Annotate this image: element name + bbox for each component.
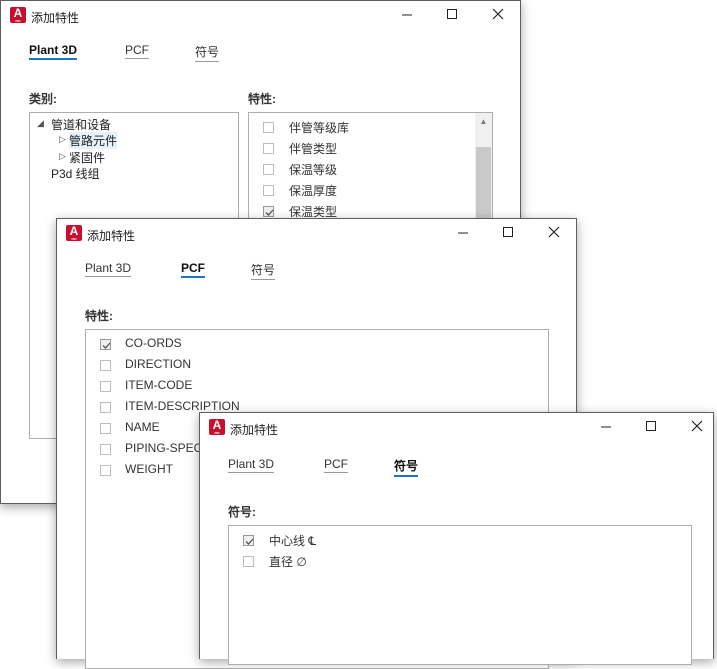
tree-node-pipe-components[interactable]: 管路元件 [69, 132, 118, 149]
list-item-label: WEIGHT [125, 462, 173, 476]
list-item[interactable]: 保温类型 [249, 200, 492, 220]
tab-plant3d[interactable]: Plant 3D [29, 43, 78, 60]
list-item[interactable]: 伴管等级库 [249, 116, 492, 136]
tab-symbols[interactable]: 符号 [251, 261, 276, 280]
scrollbar-thumb[interactable] [476, 147, 491, 227]
checkbox[interactable] [100, 444, 111, 455]
title-bar[interactable]: A PID 添加特性 [1, 1, 520, 31]
close-button[interactable] [687, 418, 707, 436]
maximize-icon [447, 9, 457, 19]
minimize-button[interactable] [596, 418, 616, 436]
close-icon [691, 420, 703, 432]
list-item-label: 直径 ∅ [269, 555, 307, 569]
checkbox[interactable] [100, 360, 111, 371]
list-item-label: 保温等级 [289, 163, 338, 177]
autocad-app-icon: A PID [10, 7, 26, 23]
tab-plant3d[interactable]: Plant 3D [85, 261, 132, 277]
check-icon [102, 342, 111, 349]
maximize-icon [646, 421, 656, 431]
list-item-label: ITEM-CODE [125, 378, 193, 392]
list-item[interactable]: 保温等级 [249, 158, 492, 178]
tree-node-piping-equipment[interactable]: 管道和设备 [51, 116, 111, 133]
check-icon [245, 538, 254, 545]
add-properties-dialog-symbols: A PID 添加特性 Plant 3D PCF 符号 符号: 中心线 ℄ 直径 ∅ [199, 412, 714, 665]
list-item-label: NAME [125, 420, 160, 434]
checkbox-checked[interactable] [100, 339, 111, 350]
dialog-title: 添加特性 [230, 423, 279, 437]
tab-plant3d[interactable]: Plant 3D [228, 457, 275, 473]
tree-node-fasteners[interactable]: 紧固件 [69, 149, 105, 166]
list-item-label: CO-ORDS [125, 336, 182, 350]
list-item[interactable]: ITEM-CODE [86, 375, 548, 395]
properties-label: 特性: [248, 92, 276, 106]
maximize-button[interactable] [442, 6, 462, 24]
check-icon [265, 209, 274, 216]
checkbox[interactable] [100, 381, 111, 392]
dialog-title: 添加特性 [31, 11, 80, 25]
tab-pcf[interactable]: PCF [125, 43, 149, 59]
list-item-label: DIRECTION [125, 357, 191, 371]
checkbox[interactable] [263, 185, 274, 196]
list-item-label: PIPING-SPEC [125, 441, 203, 455]
minimize-icon [601, 426, 611, 428]
dialog-title: 添加特性 [87, 229, 136, 243]
category-label: 类别: [29, 92, 57, 106]
tab-pcf[interactable]: PCF [181, 261, 205, 278]
tab-pcf[interactable]: PCF [324, 457, 348, 473]
list-item-label: ITEM-DESCRIPTION [125, 399, 240, 413]
checkbox[interactable] [100, 423, 111, 434]
properties-label: 特性: [85, 309, 113, 323]
tree-expanded-arrow-icon[interactable]: ◢ [37, 118, 44, 129]
list-item[interactable]: 直径 ∅ [229, 550, 691, 570]
checkbox[interactable] [263, 122, 274, 133]
checkbox-checked[interactable] [263, 206, 274, 217]
tree-collapsed-arrow-icon[interactable]: ▷ [59, 151, 66, 162]
list-item-label: 中心线 ℄ [269, 534, 317, 548]
symbols-label: 符号: [228, 505, 256, 519]
list-item-label: 伴管等级库 [289, 121, 350, 135]
list-item-label: 伴管类型 [289, 142, 338, 156]
checkbox[interactable] [263, 143, 274, 154]
maximize-button[interactable] [641, 418, 661, 436]
minimize-icon [458, 232, 468, 234]
list-item-label: 保温厚度 [289, 184, 338, 198]
scroll-up-icon[interactable]: ▲ [475, 113, 492, 130]
checkbox[interactable] [243, 556, 254, 567]
checkbox[interactable] [100, 402, 111, 413]
list-item[interactable]: 中心线 ℄ [229, 529, 691, 549]
minimize-icon [402, 14, 412, 16]
checkbox[interactable] [263, 164, 274, 175]
tree-node-p3d-lines[interactable]: P3d 线组 [51, 165, 100, 182]
minimize-button[interactable] [453, 224, 473, 242]
tab-symbols[interactable]: 符号 [394, 457, 419, 477]
checkbox[interactable] [100, 465, 111, 476]
close-icon [492, 8, 504, 20]
close-button[interactable] [488, 6, 508, 24]
autocad-app-icon: A PID [209, 419, 225, 435]
checkbox-checked[interactable] [243, 535, 254, 546]
list-item[interactable]: 伴管类型 [249, 137, 492, 157]
maximize-button[interactable] [498, 224, 518, 242]
maximize-icon [503, 227, 513, 237]
title-bar[interactable]: A PID 添加特性 [57, 219, 576, 249]
list-item[interactable]: 保温厚度 [249, 179, 492, 199]
autocad-app-icon: A PID [66, 225, 82, 241]
symbols-list[interactable]: 中心线 ℄ 直径 ∅ [228, 525, 692, 665]
close-icon [548, 226, 560, 238]
tab-symbols[interactable]: 符号 [195, 43, 220, 62]
list-item[interactable]: DIRECTION [86, 354, 548, 374]
close-button[interactable] [544, 224, 564, 242]
tree-collapsed-arrow-icon[interactable]: ▷ [59, 134, 66, 145]
list-item[interactable]: CO-ORDS [86, 333, 548, 353]
minimize-button[interactable] [397, 6, 417, 24]
title-bar[interactable]: A PID 添加特性 [200, 413, 713, 443]
